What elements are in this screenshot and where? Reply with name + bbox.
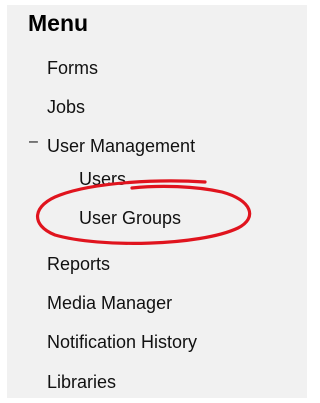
menu-panel: Menu Forms Jobs – User Management Users … [7, 5, 307, 398]
menu-title: Menu [28, 10, 89, 36]
menu-item-reports[interactable]: Reports [47, 253, 110, 275]
menu-item-libraries[interactable]: Libraries [47, 371, 116, 393]
menu-item-user-management[interactable]: User Management [47, 135, 195, 157]
submenu-item-users[interactable]: Users [79, 168, 126, 190]
menu-item-notification-history[interactable]: Notification History [47, 331, 197, 353]
menu-item-forms[interactable]: Forms [47, 57, 98, 79]
collapse-minus-icon[interactable]: – [29, 131, 38, 153]
menu-item-jobs[interactable]: Jobs [47, 96, 85, 118]
submenu-item-user-groups[interactable]: User Groups [79, 207, 181, 229]
menu-item-media-manager[interactable]: Media Manager [47, 292, 172, 314]
